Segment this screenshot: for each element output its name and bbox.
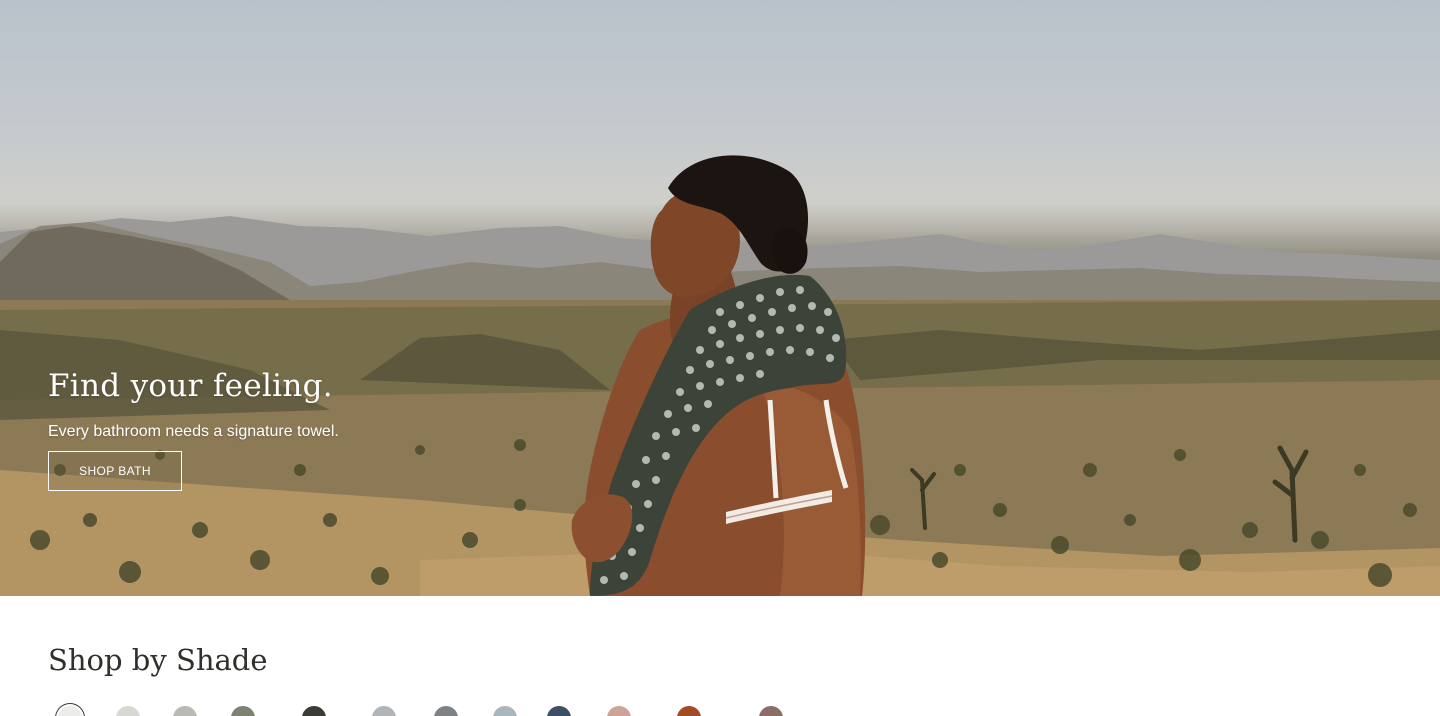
hero-title: Find your feeling. [48,368,333,404]
shop-bath-button[interactable]: SHOP BATH [48,451,182,491]
shade-swatch[interactable] [173,706,197,716]
shop-by-shade-section: Shop by Shade [0,596,1440,716]
shade-swatch[interactable] [759,706,783,716]
shade-swatch[interactable] [547,706,571,716]
hero-copy: Find your feeling. Every bathroom needs … [48,364,339,491]
shade-swatch[interactable] [434,706,458,716]
shade-swatch[interactable] [231,706,255,716]
hero-banner: Find your feeling. Every bathroom needs … [0,0,1440,596]
shade-swatch[interactable] [58,706,82,716]
shade-swatch[interactable] [677,706,701,716]
shade-swatch[interactable] [372,706,396,716]
shade-swatch[interactable] [493,706,517,716]
shade-swatch[interactable] [607,706,631,716]
shade-swatch[interactable] [116,706,140,716]
hero-image [0,155,1440,596]
shade-swatch-list [0,706,1440,716]
hero-subtitle: Every bathroom needs a signature towel. [48,423,339,440]
shop-by-shade-title: Shop by Shade [48,643,268,677]
shade-swatch[interactable] [302,706,326,716]
